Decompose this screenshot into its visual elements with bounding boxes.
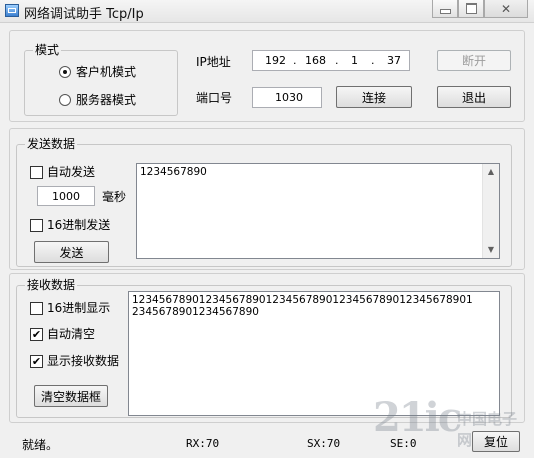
window-controls: ✕ [432, 0, 528, 18]
server-mode-radio[interactable] [59, 94, 71, 106]
exit-button[interactable]: 退出 [437, 86, 511, 108]
port-value: 1030 [275, 91, 303, 104]
connect-button[interactable]: 连接 [336, 86, 412, 108]
ip-dot: . [371, 54, 375, 67]
ms-label: 毫秒 [102, 190, 127, 204]
close-button[interactable]: ✕ [484, 0, 528, 18]
send-legend: 发送数据 [25, 137, 78, 151]
close-icon: ✕ [500, 1, 512, 16]
auto-send-label: 自动发送 [47, 165, 96, 179]
hex-send-checkbox[interactable] [30, 219, 43, 232]
auto-clear-checkbox[interactable]: ✔ [30, 328, 43, 341]
clear-data-button[interactable]: 清空数据框 [34, 385, 108, 407]
hex-display-label: 16进制显示 [47, 301, 111, 315]
interval-input[interactable]: 1000 [37, 186, 95, 206]
interval-value: 1000 [52, 189, 80, 203]
rx-count: RX:70 [186, 437, 220, 450]
scroll-down-icon[interactable]: ▼ [483, 242, 499, 258]
ip-octet-2: 168 [305, 54, 326, 67]
port-input[interactable]: 1030 [252, 87, 322, 108]
ip-octet-4: 37 [387, 54, 401, 67]
minimize-button[interactable] [432, 0, 458, 18]
show-received-label: 显示接收数据 [47, 354, 120, 368]
maximize-button[interactable] [458, 0, 484, 18]
ip-octet-1: 192 [265, 54, 286, 67]
ip-dot: . [293, 54, 297, 67]
show-received-checkbox[interactable]: ✔ [30, 355, 43, 368]
send-content: 1234567890 [140, 166, 207, 178]
scroll-up-icon[interactable]: ▲ [483, 164, 499, 180]
ip-address-input[interactable]: 192 . 168 . 1 . 37 [252, 50, 410, 71]
maximize-icon [465, 3, 477, 14]
disconnect-button[interactable]: 断开 [437, 50, 511, 71]
send-textarea[interactable]: 1234567890 ▲ ▼ [136, 163, 500, 259]
window-title: 网络调试助手 Tcp/Ip [24, 7, 144, 22]
app-icon [5, 4, 19, 17]
ip-dot: . [335, 54, 339, 67]
auto-send-checkbox[interactable] [30, 166, 43, 179]
ip-address-label: IP地址 [196, 55, 231, 69]
port-label: 端口号 [196, 91, 233, 105]
hex-send-label: 16进制发送 [47, 218, 111, 232]
server-mode-label: 服务器模式 [76, 93, 137, 107]
sx-count: SX:70 [307, 437, 341, 450]
ip-octet-3: 1 [351, 54, 358, 67]
client-mode-label: 客户机模式 [76, 65, 137, 79]
send-button[interactable]: 发送 [34, 241, 109, 263]
receive-legend: 接收数据 [25, 278, 78, 292]
hex-display-checkbox[interactable] [30, 302, 43, 315]
auto-clear-label: 自动清空 [47, 327, 96, 341]
status-text: 就绪。 [22, 438, 59, 452]
reset-button[interactable]: 复位 [472, 431, 520, 452]
title-bar[interactable]: 网络调试助手 Tcp/Ip ✕ [0, 0, 534, 23]
mode-legend: 模式 [33, 43, 62, 57]
send-scrollbar[interactable]: ▲ ▼ [482, 164, 499, 258]
receive-content: 1234567890123456789012345678901234567890… [132, 294, 473, 318]
watermark-brand: 21ic [373, 394, 462, 441]
se-count: SE:0 [390, 437, 417, 450]
minimize-icon [439, 9, 451, 14]
client-mode-radio[interactable] [59, 66, 71, 78]
